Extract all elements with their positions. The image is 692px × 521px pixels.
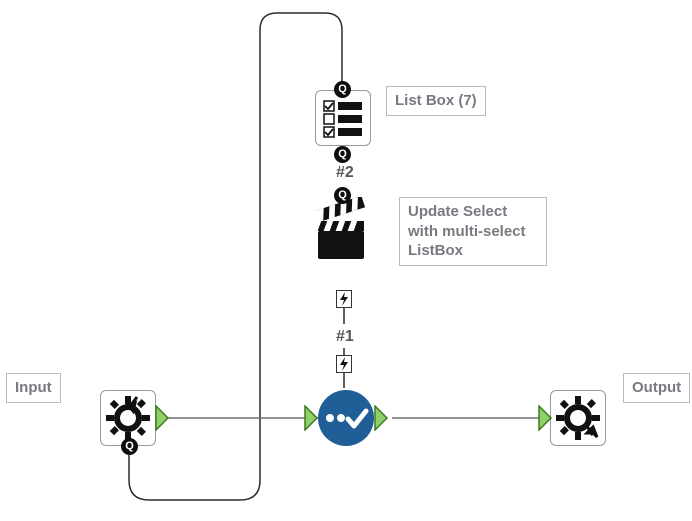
listbox-port-top-q[interactable]: Q xyxy=(334,81,351,98)
listbox-icon xyxy=(316,91,370,145)
action-port-top-q[interactable]: Q xyxy=(334,187,351,204)
center-node[interactable] xyxy=(316,388,376,448)
input-label: Input xyxy=(6,373,61,403)
hash2-label: #2 xyxy=(336,164,354,182)
action-label: Update Select with multi-select ListBox xyxy=(399,197,547,266)
gear-in-icon xyxy=(101,391,155,445)
listbox-label: List Box (7) xyxy=(386,86,486,116)
input-port-right[interactable] xyxy=(155,405,173,431)
workflow-canvas: Input Output List Box (7) Update Select … xyxy=(0,0,692,521)
action-node[interactable] xyxy=(316,205,372,267)
lightning-icon xyxy=(337,291,351,307)
center-port-left[interactable] xyxy=(304,405,322,431)
lightning-icon xyxy=(337,356,351,372)
gear-out-icon xyxy=(551,391,605,445)
center-port-right[interactable] xyxy=(374,405,392,431)
action-port-bottom-flash[interactable] xyxy=(336,290,352,308)
listbox-node[interactable] xyxy=(315,90,371,146)
output-port-left[interactable] xyxy=(538,405,556,431)
center-port-top-flash[interactable] xyxy=(336,355,352,373)
listbox-port-bottom-q[interactable]: Q xyxy=(334,146,351,163)
input-port-bottom-q[interactable]: Q xyxy=(121,438,138,455)
check-circle-icon xyxy=(316,388,376,448)
output-label: Output xyxy=(623,373,690,403)
hash1-label: #1 xyxy=(336,328,354,346)
output-node[interactable] xyxy=(550,390,606,446)
clapper-icon xyxy=(312,197,380,267)
